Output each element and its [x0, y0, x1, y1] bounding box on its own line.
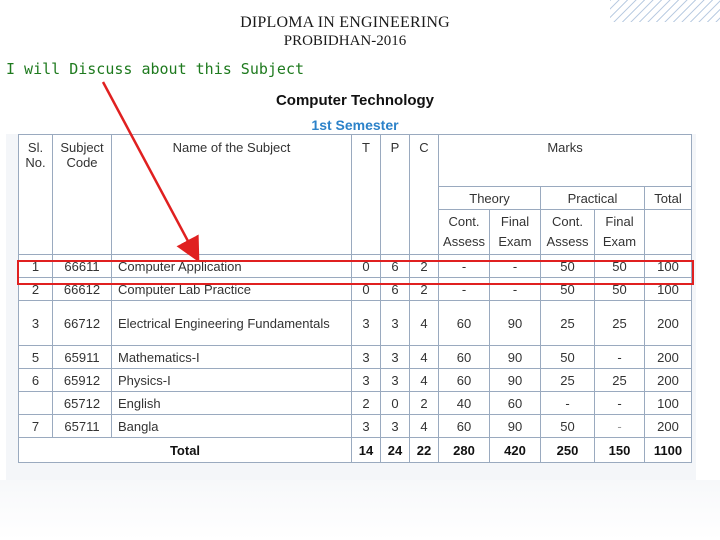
annotation-arrow: [101, 81, 200, 263]
